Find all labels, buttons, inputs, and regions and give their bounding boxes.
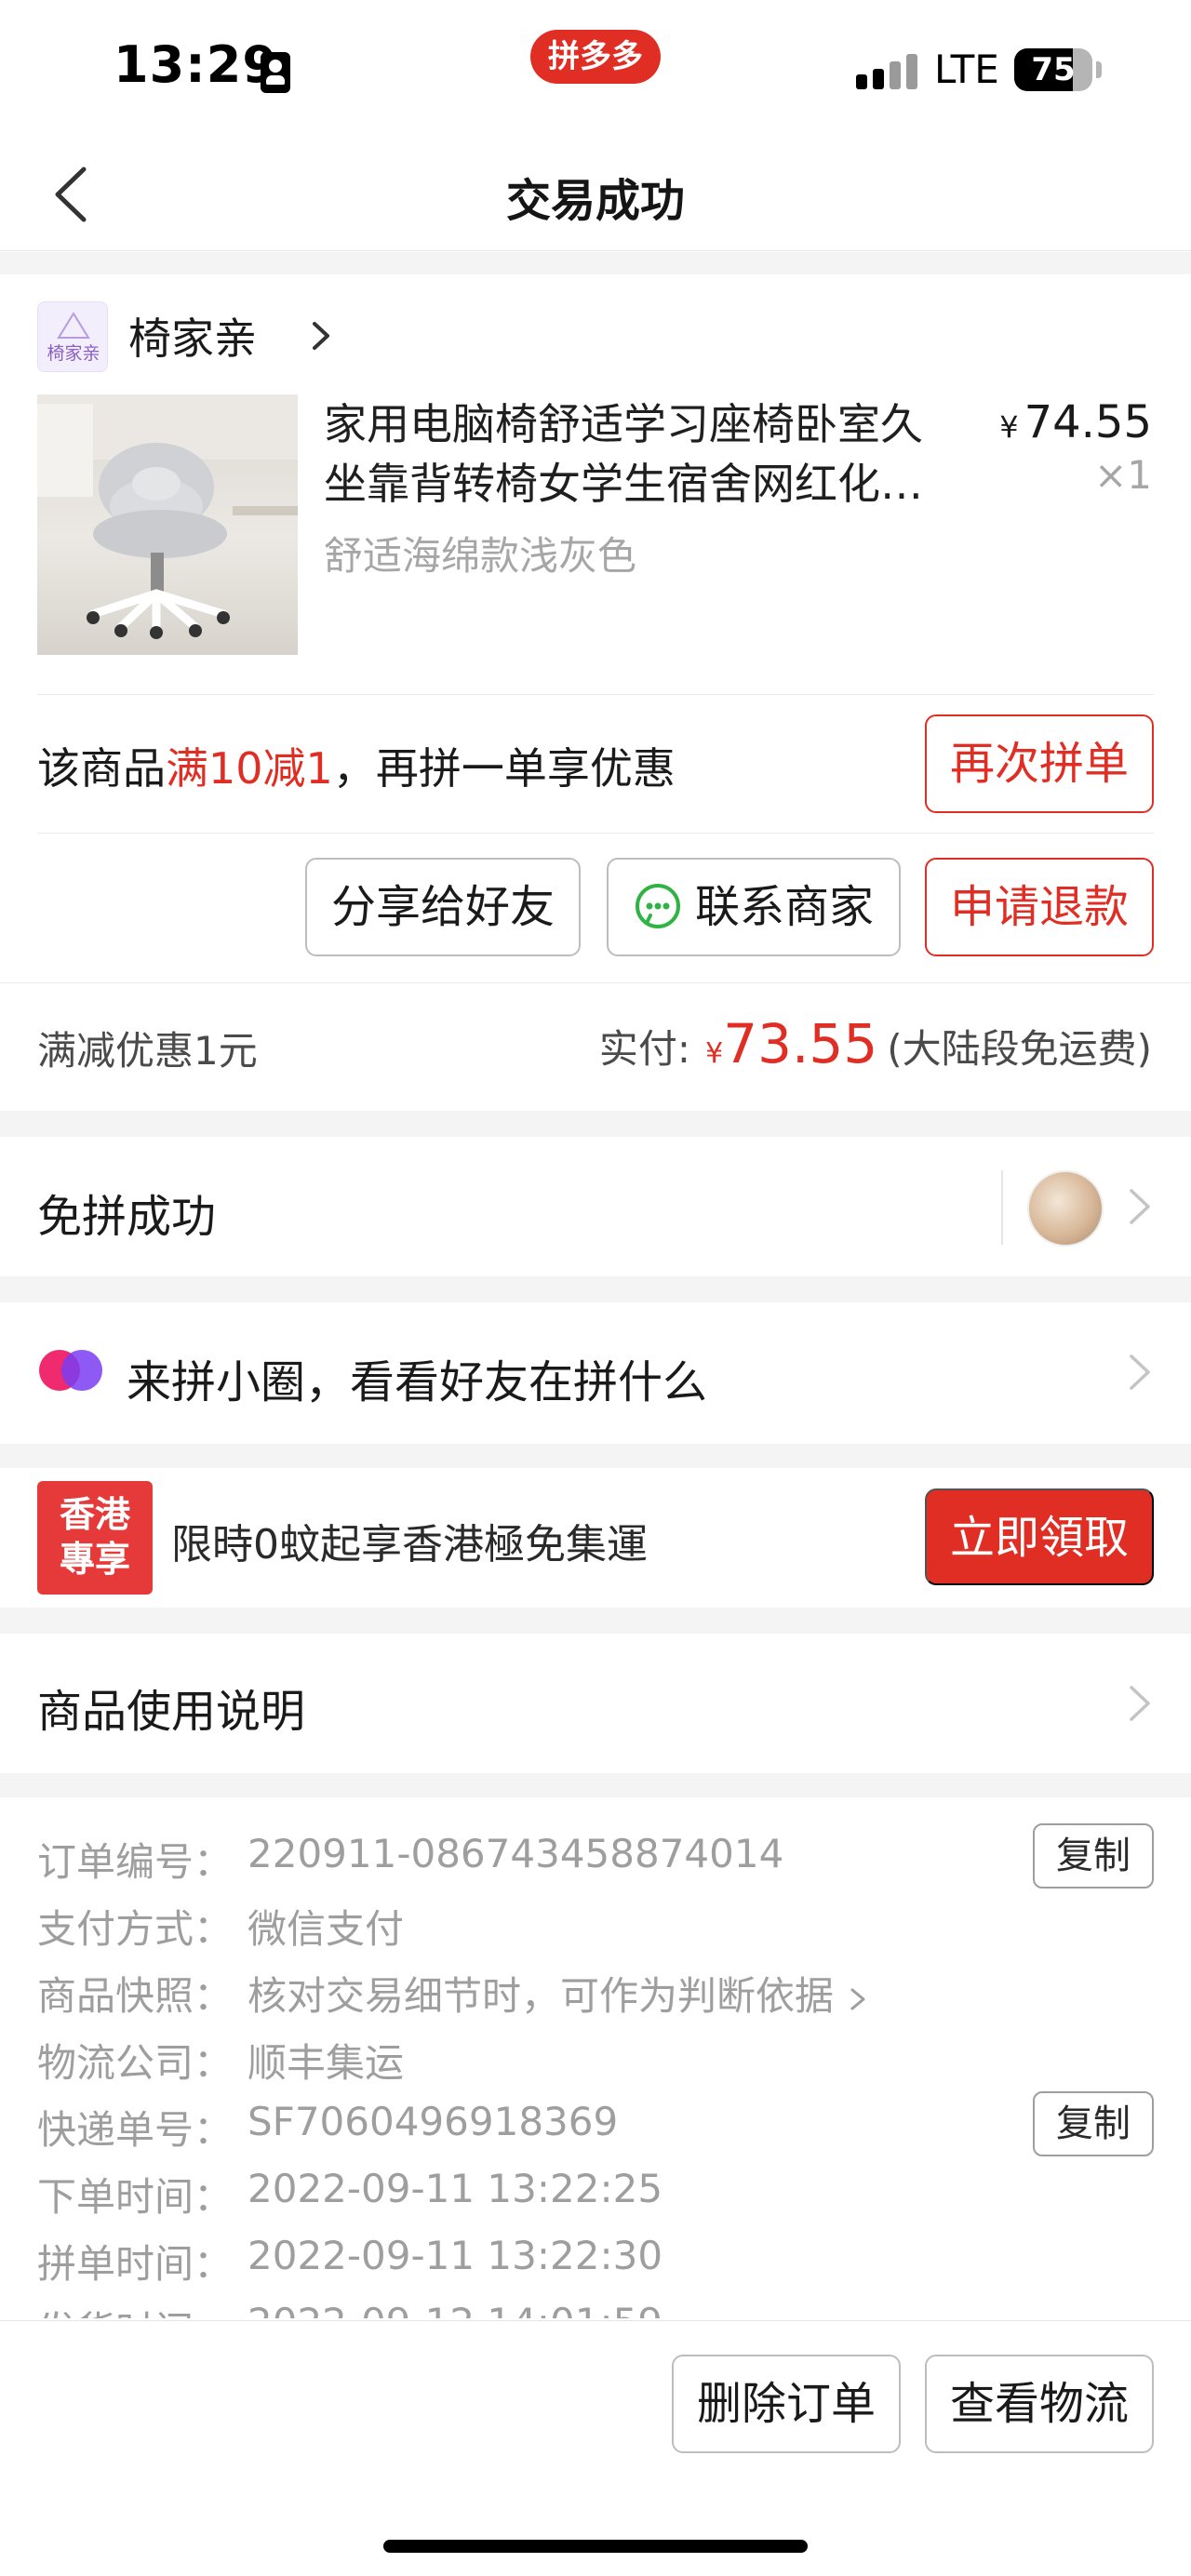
view-logistics-button[interactable]: 查看物流 bbox=[925, 2355, 1154, 2453]
product-title[interactable]: 家用电脑椅舒适学习座椅卧室久 坐靠背转椅女学生宿舍网红化… bbox=[324, 394, 957, 514]
section-gap bbox=[0, 1608, 1191, 1634]
chair-illustration bbox=[37, 394, 298, 639]
nav-bar: 交易成功 bbox=[0, 140, 1191, 251]
snapshot-link[interactable]: 核对交易细节时，可作为判断依据 bbox=[248, 1973, 834, 2019]
price-value: 74.55 bbox=[1024, 396, 1152, 448]
app-indicator-pill: 拼多多 bbox=[530, 30, 661, 84]
vertical-divider bbox=[1001, 1170, 1003, 1245]
product-quantity: ×1 bbox=[1094, 452, 1152, 498]
info-label: 订单编号： bbox=[37, 1839, 234, 1885]
info-label: 拼单时间： bbox=[37, 2241, 234, 2287]
paid-amount: 实付: ¥73.55 (大陆段免运费) bbox=[599, 1012, 1152, 1075]
page-title: 交易成功 bbox=[505, 175, 685, 227]
copy-tracking-number-button[interactable]: 复制 bbox=[1033, 2091, 1154, 2156]
promo-suffix: ，再拼一单享优惠 bbox=[332, 743, 676, 794]
product-image[interactable] bbox=[37, 394, 298, 655]
info-label: 物流公司： bbox=[37, 2040, 234, 2086]
circle-title[interactable]: 来拼小圈，看看好友在拼什么 bbox=[127, 1345, 707, 1410]
divider bbox=[37, 694, 1154, 695]
chevron-right-icon[interactable] bbox=[1126, 1183, 1154, 1230]
contact-merchant-button[interactable]: 联系商家 bbox=[607, 858, 901, 956]
signal-icon bbox=[856, 52, 921, 89]
info-value: 核对交易细节时，可作为判断依据 bbox=[248, 1965, 867, 2022]
hk-promo-text: 限時0蚊起享香港極免集運 bbox=[171, 1521, 648, 1568]
info-row-ship-time: 发货时间： 2022-09-12 14:01:59 bbox=[37, 2292, 1154, 2318]
avatar[interactable] bbox=[1027, 1170, 1104, 1247]
info-value: 2022-09-11 13:22:30 bbox=[248, 2233, 663, 2278]
hk-badge-line-1: 香港 bbox=[59, 1494, 130, 1535]
circle-logo-icon bbox=[39, 1350, 102, 1391]
info-label: 发货时间： bbox=[37, 2300, 233, 2318]
shop-logo: 椅家亲 bbox=[37, 301, 108, 372]
chat-bubble-icon bbox=[635, 884, 680, 928]
battery-icon: 75 bbox=[1014, 48, 1092, 91]
discount-text: 满减优惠1元 bbox=[37, 1028, 258, 1074]
chevron-right-icon bbox=[850, 1988, 865, 2009]
divider bbox=[37, 833, 1154, 834]
chevron-right-icon bbox=[313, 322, 329, 350]
usage-title[interactable]: 商品使用说明 bbox=[37, 1675, 305, 1740]
network-type: LTE bbox=[934, 47, 999, 92]
info-row-snapshot[interactable]: 商品快照： 核对交易细节时，可作为判断依据 bbox=[37, 1957, 1154, 2024]
contact-merchant-label: 联系商家 bbox=[694, 881, 874, 933]
info-label: 支付方式： bbox=[37, 1906, 234, 1952]
focus-badge-icon bbox=[261, 52, 290, 93]
section-gap bbox=[0, 1773, 1191, 1797]
section-gap bbox=[0, 1276, 1191, 1302]
refund-button[interactable]: 申请退款 bbox=[925, 858, 1154, 956]
info-value: 220911-086743458874014 bbox=[248, 1831, 784, 1876]
section-gap bbox=[0, 1444, 1191, 1468]
chevron-right-icon[interactable] bbox=[1126, 1680, 1154, 1727]
paid-currency: ¥ bbox=[705, 1037, 724, 1070]
info-value: SF7060496918369 bbox=[248, 2099, 619, 2144]
info-label: 快递单号： bbox=[37, 2107, 234, 2153]
group-status-title: 免拼成功 bbox=[37, 1191, 217, 1243]
paid-label: 实付: bbox=[598, 1026, 691, 1072]
price-currency: ¥ bbox=[999, 409, 1019, 445]
delete-order-button[interactable]: 删除订单 bbox=[672, 2355, 901, 2453]
info-row-tracking-number: 快递单号： SF7060496918369 复制 bbox=[37, 2091, 1154, 2158]
info-label: 商品快照： bbox=[37, 1973, 234, 2019]
promo-prefix: 该商品 bbox=[37, 743, 166, 794]
status-time: 13:29 bbox=[114, 35, 278, 94]
shipping-note: (大陆段免运费) bbox=[887, 1026, 1152, 1072]
shop-logo-text: 椅家亲 bbox=[47, 343, 100, 364]
home-indicator[interactable] bbox=[383, 2540, 808, 2553]
regroup-button[interactable]: 再次拼单 bbox=[925, 714, 1154, 813]
info-value: 微信支付 bbox=[248, 1906, 405, 1952]
status-bar: 13:29 拼多多 LTE 75 bbox=[0, 0, 1191, 140]
section-gap bbox=[0, 252, 1191, 274]
order-info-list: 订单编号： 220911-086743458874014 复制 支付方式： 微信… bbox=[37, 1823, 1154, 2318]
shop-logo-triangle-icon bbox=[57, 312, 90, 339]
divider bbox=[0, 982, 1191, 983]
product-title-line-1: 家用电脑椅舒适学习座椅卧室久 bbox=[324, 399, 923, 449]
info-value: 2022-09-11 13:22:25 bbox=[248, 2166, 663, 2211]
share-button[interactable]: 分享给好友 bbox=[305, 858, 581, 956]
hk-exclusive-badge: 香港 專享 bbox=[37, 1481, 153, 1595]
claim-button[interactable]: 立即領取 bbox=[925, 1488, 1154, 1585]
hk-badge-line-2: 專享 bbox=[59, 1539, 130, 1580]
info-value: 顺丰集运 bbox=[248, 2040, 405, 2086]
copy-order-number-button[interactable]: 复制 bbox=[1033, 1823, 1154, 1889]
promo-highlight: 满10减1 bbox=[166, 743, 333, 794]
shop-name: 椅家亲 bbox=[128, 314, 257, 364]
product-price: ¥74.55 bbox=[999, 396, 1152, 448]
info-row-payment-method: 支付方式： 微信支付 bbox=[37, 1890, 1154, 1957]
bottom-action-bar: 删除订单 查看物流 bbox=[0, 2320, 1191, 2576]
info-row-order-time: 下单时间： 2022-09-11 13:22:25 bbox=[37, 2158, 1154, 2225]
info-value: 2022-09-12 14:01:59 bbox=[248, 2300, 662, 2318]
product-variant: 舒适海绵款浅灰色 bbox=[324, 533, 637, 579]
info-row-order-number: 订单编号： 220911-086743458874014 复制 bbox=[37, 1823, 1154, 1890]
shop-header[interactable]: 椅家亲 椅家亲 bbox=[37, 298, 596, 372]
promo-text: 该商品满10减1，再拼一单享优惠 bbox=[37, 735, 676, 796]
info-label: 下单时间： bbox=[37, 2174, 234, 2220]
section-gap bbox=[0, 1111, 1191, 1137]
product-title-line-2: 坐靠背转椅女学生宿舍网红化… bbox=[324, 459, 923, 509]
battery-percent: 75 bbox=[1031, 51, 1076, 88]
chevron-right-icon[interactable] bbox=[1126, 1349, 1154, 1395]
info-row-group-time: 拼单时间： 2022-09-11 13:22:30 bbox=[37, 2225, 1154, 2292]
battery-nub bbox=[1096, 61, 1102, 78]
paid-value: 73.55 bbox=[723, 1012, 878, 1075]
info-row-logistics-company: 物流公司： 顺丰集运 bbox=[37, 2024, 1154, 2091]
